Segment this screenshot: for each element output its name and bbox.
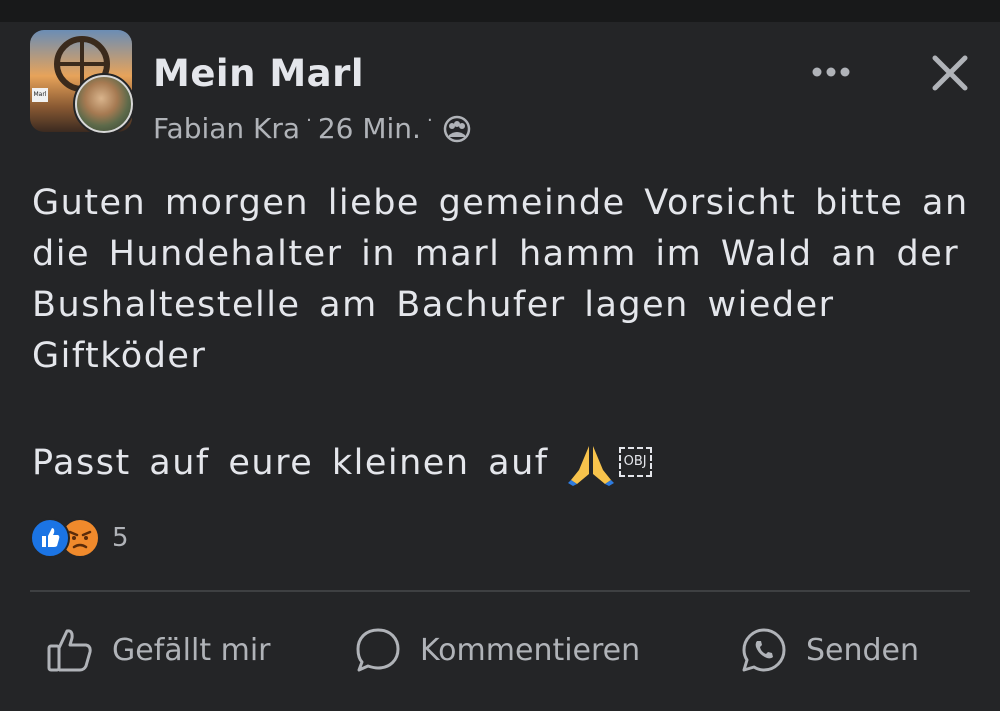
post-body-closing: Passt auf eure kleinen auf OBJ	[32, 438, 652, 489]
group-avatar-sign: Marl	[32, 88, 48, 102]
separator-dot: ·	[426, 110, 433, 131]
close-icon	[932, 55, 968, 91]
divider	[30, 590, 970, 592]
post-avatar[interactable]: Marl	[30, 30, 140, 140]
send-button[interactable]: Senden	[740, 622, 919, 678]
separator-dot: ·	[306, 110, 312, 131]
author-name[interactable]: Fabian Kra	[153, 112, 300, 145]
object-placeholder: OBJ	[618, 446, 652, 477]
like-label: Gefällt mir	[112, 632, 271, 668]
more-options-button[interactable]	[806, 54, 856, 90]
post-time[interactable]: 26 Min.	[318, 112, 421, 145]
more-dots-icon	[812, 67, 850, 77]
group-name[interactable]: Mein Marl	[153, 52, 364, 95]
folded-hands-icon	[567, 440, 615, 488]
reactions-summary[interactable]: 5	[30, 518, 129, 558]
comment-label: Kommentieren	[420, 632, 641, 668]
close-button[interactable]	[924, 50, 976, 96]
group-audience-icon	[443, 115, 471, 143]
post-meta: Fabian Kra · 26 Min. ·	[153, 110, 471, 145]
comment-button[interactable]: Kommentieren	[354, 622, 640, 678]
post-body-closing-text: Passt auf eure kleinen auf	[32, 443, 549, 483]
author-avatar[interactable]	[73, 73, 135, 135]
whatsapp-icon	[742, 628, 786, 672]
post-body: Guten morgen liebe gemeinde Vorsicht bit…	[32, 183, 969, 376]
comment-icon	[356, 628, 400, 672]
thumbs-up-icon	[47, 629, 92, 672]
like-button[interactable]: Gefällt mir	[46, 622, 271, 678]
send-label: Senden	[806, 632, 920, 668]
reaction-count[interactable]: 5	[112, 523, 129, 553]
status-bar	[0, 0, 1000, 22]
like-reaction-icon	[30, 518, 70, 558]
